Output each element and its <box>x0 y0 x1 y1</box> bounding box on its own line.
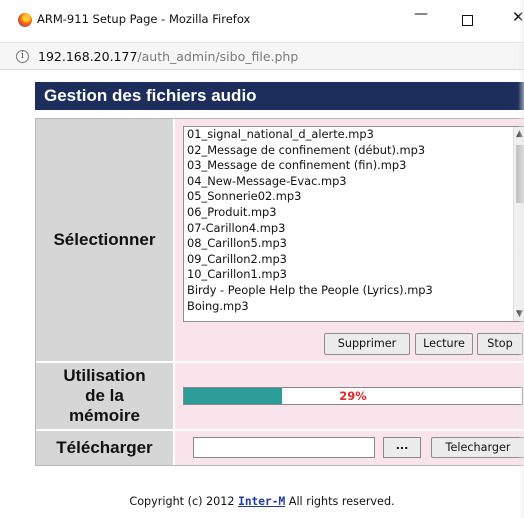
url-host: 192.168.20.177 <box>38 49 138 64</box>
close-icon[interactable]: ✕ <box>512 8 524 26</box>
stop-button[interactable]: Stop <box>477 333 523 355</box>
page-title: Gestion des fichiers audio <box>35 82 524 110</box>
list-item[interactable]: 10_Carillon1.mp3 <box>184 267 524 283</box>
list-item[interactable]: 08_Carillon5.mp3 <box>184 236 524 252</box>
memory-usage-bar: 29% <box>183 387 523 405</box>
window-title: ARM-911 Setup Page - Mozilla Firefox <box>37 12 251 26</box>
memory-row: Utilisation de la mémoire 29% <box>36 363 524 431</box>
footer-suffix: All rights reserved. <box>285 495 395 508</box>
memory-content: 29% <box>175 363 524 429</box>
select-label: Sélectionner <box>36 119 173 361</box>
select-content: 01_signal_national_d_alerte.mp3 02_Messag… <box>175 119 524 361</box>
list-item[interactable]: 07-Carillon4.mp3 <box>184 221 524 237</box>
firefox-logo-icon <box>18 13 32 27</box>
list-item[interactable]: Boing.mp3 <box>184 299 524 315</box>
select-row: Sélectionner 01_signal_national_d_alerte… <box>36 119 524 363</box>
info-icon[interactable]: i <box>16 50 29 63</box>
play-button[interactable]: Lecture <box>415 333 473 355</box>
upload-row: Télécharger ... Telecharger <box>36 431 524 465</box>
scroll-thumb[interactable] <box>516 145 524 203</box>
minimize-icon[interactable]: — <box>414 6 428 22</box>
delete-button[interactable]: Supprimer <box>324 333 410 355</box>
footer-copyright: Copyright (c) 2012 Inter-M All rights re… <box>0 495 524 508</box>
url-text[interactable]: 192.168.20.177/auth_admin/sibo_file.php <box>38 49 298 64</box>
list-item[interactable]: Birdy - People Help the People (Lyrics).… <box>184 283 524 299</box>
audio-form: Sélectionner 01_signal_national_d_alerte… <box>35 118 524 466</box>
list-item[interactable]: 02_Message de confinement (début).mp3 <box>184 143 524 159</box>
list-item[interactable]: 09_Carillon2.mp3 <box>184 252 524 268</box>
list-item[interactable]: 04_New-Message-Evac.mp3 <box>184 174 524 190</box>
list-item[interactable]: 06_Produit.mp3 <box>184 205 524 221</box>
footer-prefix: Copyright (c) 2012 <box>129 495 239 508</box>
list-item[interactable]: 01_signal_national_d_alerte.mp3 <box>184 127 524 143</box>
browse-button[interactable]: ... <box>383 437 421 458</box>
memory-usage-text: 29% <box>339 389 367 403</box>
upload-label: Télécharger <box>36 431 173 465</box>
scroll-up-icon[interactable]: ▲ <box>516 129 523 139</box>
list-item[interactable]: 05_Sonnerie02.mp3 <box>184 189 524 205</box>
file-list-scrollbar[interactable]: ▲ ▼ <box>513 127 524 321</box>
inter-m-link[interactable]: Inter-M <box>238 495 285 508</box>
upload-button[interactable]: Telecharger <box>431 437 524 458</box>
memory-label-line1: Utilisation <box>63 366 146 385</box>
memory-label-line3: mémoire <box>69 406 140 425</box>
memory-label: Utilisation de la mémoire <box>36 363 173 429</box>
maximize-icon[interactable] <box>462 15 473 26</box>
file-items: 01_signal_national_d_alerte.mp3 02_Messag… <box>184 127 524 314</box>
file-path-input[interactable] <box>193 437 375 458</box>
upload-content: ... Telecharger <box>175 431 524 465</box>
audio-file-list[interactable]: 01_signal_national_d_alerte.mp3 02_Messag… <box>183 126 524 322</box>
url-path: /auth_admin/sibo_file.php <box>137 49 299 64</box>
memory-label-line2: de la <box>85 386 124 405</box>
list-item[interactable]: 03_Message de confinement (fin).mp3 <box>184 158 524 174</box>
window-titlebar: ARM-911 Setup Page - Mozilla Firefox — ✕ <box>0 0 524 42</box>
address-bar[interactable]: i 192.168.20.177/auth_admin/sibo_file.ph… <box>0 42 524 70</box>
scroll-down-icon[interactable]: ▼ <box>516 309 523 319</box>
